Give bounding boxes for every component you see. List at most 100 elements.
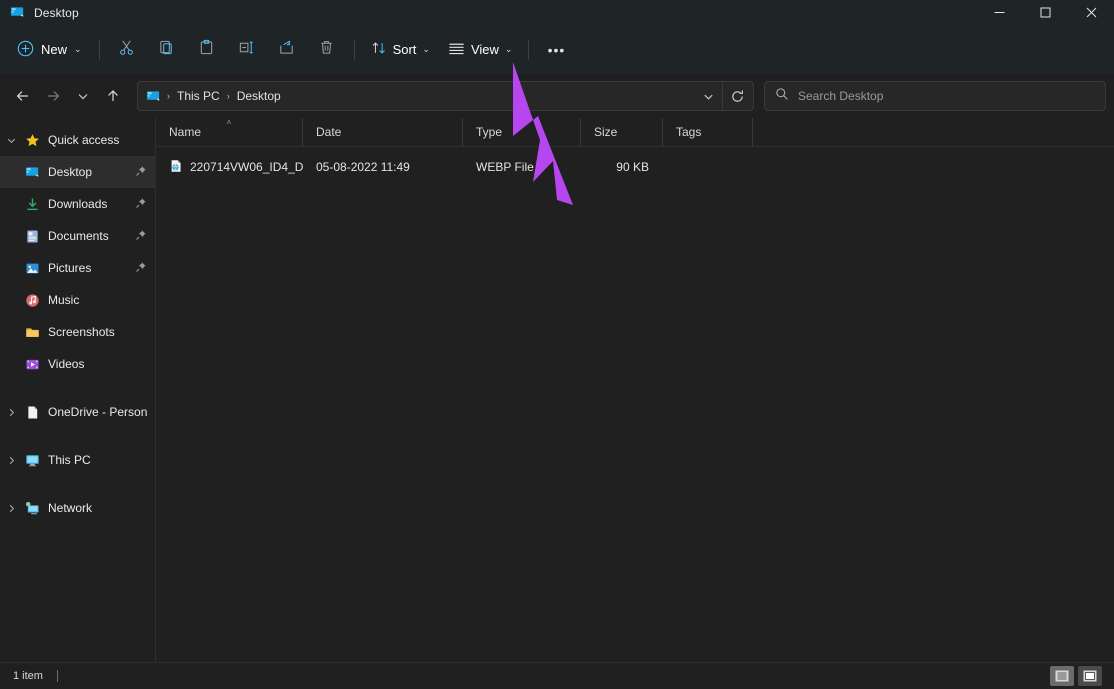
toolbar-separator bbox=[98, 39, 100, 60]
column-header-date[interactable]: Date bbox=[303, 117, 463, 147]
view-toggle-group bbox=[1050, 666, 1108, 686]
desktop-icon bbox=[22, 164, 42, 180]
sort-button[interactable]: Sort ⌄ bbox=[362, 34, 439, 66]
forward-button[interactable] bbox=[38, 81, 68, 111]
onedrive-icon bbox=[22, 404, 42, 420]
rename-button[interactable] bbox=[227, 34, 267, 66]
column-header-label: Name bbox=[169, 125, 202, 139]
sidebar-item-label: Music bbox=[48, 293, 80, 307]
chevron-down-icon[interactable] bbox=[0, 135, 22, 146]
window-controls bbox=[976, 0, 1114, 25]
view-icon bbox=[448, 41, 465, 59]
file-name-cell: 220714VW06_ID4_Dr... bbox=[156, 159, 303, 176]
star-icon bbox=[22, 132, 42, 148]
breadcrumb: › This PC › Desktop bbox=[165, 86, 694, 106]
copy-icon bbox=[158, 39, 175, 61]
folder-icon bbox=[22, 324, 42, 340]
chevron-down-icon: ⌄ bbox=[74, 44, 82, 54]
file-list-pane: ˄ Name Date Type Size Tags 220714VW06_ID… bbox=[156, 117, 1114, 662]
webp-file-icon bbox=[169, 159, 183, 176]
pin-icon[interactable] bbox=[135, 165, 147, 180]
copy-button[interactable] bbox=[147, 34, 187, 66]
videos-icon bbox=[22, 356, 42, 372]
large-icons-view-toggle[interactable] bbox=[1078, 666, 1102, 686]
share-button[interactable] bbox=[267, 34, 307, 66]
column-header-type[interactable]: Type bbox=[463, 117, 581, 147]
sidebar-item-screenshots[interactable]: Screenshots bbox=[0, 316, 155, 348]
paste-button[interactable] bbox=[187, 34, 227, 66]
delete-icon bbox=[318, 39, 335, 61]
column-header-label: Size bbox=[594, 125, 618, 139]
navigation-bar: › This PC › Desktop Search Desktop bbox=[0, 74, 1114, 118]
sidebar-item-label: Documents bbox=[48, 229, 109, 243]
pictures-icon bbox=[22, 260, 42, 276]
paste-icon bbox=[198, 39, 215, 61]
this-pc-icon bbox=[22, 452, 42, 468]
breadcrumb-item-desktop[interactable]: Desktop bbox=[232, 86, 286, 106]
column-header-size[interactable]: Size bbox=[581, 117, 663, 147]
delete-button[interactable] bbox=[307, 34, 347, 66]
sidebar-group-quick-access[interactable]: Quick access bbox=[0, 124, 155, 156]
pin-icon[interactable] bbox=[135, 261, 147, 276]
ellipsis-icon: ••• bbox=[547, 41, 566, 58]
chevron-right-icon[interactable] bbox=[0, 455, 22, 466]
sort-ascending-icon: ˄ bbox=[226, 117, 232, 127]
item-count-label: 1 item bbox=[13, 670, 43, 682]
pin-icon[interactable] bbox=[135, 197, 147, 212]
new-button[interactable]: New ⌄ bbox=[10, 34, 92, 66]
navigation-pane: Quick access Desktop Downloads Documents… bbox=[0, 118, 156, 662]
sidebar-item-this-pc[interactable]: This PC bbox=[0, 444, 155, 476]
breadcrumb-separator: › bbox=[226, 91, 230, 101]
breadcrumb-separator: › bbox=[167, 91, 170, 101]
sidebar-item-documents[interactable]: Documents bbox=[0, 220, 155, 252]
back-button[interactable] bbox=[8, 81, 38, 111]
column-header-label: Type bbox=[476, 125, 503, 139]
sidebar-item-videos[interactable]: Videos bbox=[0, 348, 155, 380]
pin-icon[interactable] bbox=[135, 229, 147, 244]
sidebar-group-label: Quick access bbox=[48, 133, 120, 147]
sidebar-item-onedrive[interactable]: OneDrive - Personal bbox=[0, 396, 155, 428]
sidebar-item-label: Videos bbox=[48, 357, 85, 371]
rename-icon bbox=[238, 39, 255, 61]
chevron-right-icon[interactable] bbox=[0, 503, 22, 514]
file-type-cell: WEBP File bbox=[476, 160, 534, 174]
column-header-tags[interactable]: Tags bbox=[663, 117, 753, 147]
status-separator bbox=[56, 670, 58, 682]
search-placeholder: Search Desktop bbox=[798, 89, 884, 103]
downloads-icon bbox=[22, 196, 42, 212]
view-button[interactable]: View ⌄ bbox=[439, 34, 522, 66]
maximize-button[interactable] bbox=[1022, 0, 1068, 25]
details-view-toggle[interactable] bbox=[1050, 666, 1074, 686]
table-row[interactable]: 220714VW06_ID4_Dr... 05-08-2022 11:49 WE… bbox=[156, 155, 1114, 179]
column-header-name[interactable]: ˄ Name bbox=[156, 117, 303, 147]
sidebar-item-downloads[interactable]: Downloads bbox=[0, 188, 155, 220]
more-options-button[interactable]: ••• bbox=[536, 34, 576, 66]
sort-icon bbox=[371, 40, 387, 59]
sidebar-item-music[interactable]: Music bbox=[0, 284, 155, 316]
sidebar-item-desktop[interactable]: Desktop bbox=[0, 156, 155, 188]
address-bar[interactable]: › This PC › Desktop bbox=[137, 81, 754, 111]
chevron-down-icon: ⌄ bbox=[422, 44, 430, 54]
search-input[interactable]: Search Desktop bbox=[764, 81, 1106, 111]
sidebar-item-network[interactable]: Network bbox=[0, 492, 155, 524]
music-icon bbox=[22, 292, 42, 308]
chevron-right-icon[interactable] bbox=[0, 407, 22, 418]
file-size-cell: 90 KB bbox=[616, 160, 649, 174]
recent-locations-button[interactable] bbox=[68, 81, 98, 111]
breadcrumb-item-this-pc[interactable]: This PC bbox=[172, 86, 225, 106]
explorer-body: Quick access Desktop Downloads Documents… bbox=[0, 117, 1114, 662]
sidebar-item-label: OneDrive - Personal bbox=[48, 405, 147, 419]
file-date-cell: 05-08-2022 11:49 bbox=[316, 160, 410, 174]
up-button[interactable] bbox=[98, 81, 128, 111]
minimize-button[interactable] bbox=[976, 0, 1022, 25]
address-dropdown-button[interactable] bbox=[694, 83, 722, 109]
column-headers: ˄ Name Date Type Size Tags bbox=[156, 117, 1114, 147]
sidebar-item-label: Screenshots bbox=[48, 325, 115, 339]
sidebar-item-pictures[interactable]: Pictures bbox=[0, 252, 155, 284]
close-button[interactable] bbox=[1068, 0, 1114, 25]
sidebar-item-label: Desktop bbox=[48, 165, 93, 179]
cut-button[interactable] bbox=[107, 34, 147, 66]
refresh-button[interactable] bbox=[723, 83, 751, 109]
new-button-label: New bbox=[41, 42, 68, 57]
toolbar-separator-3 bbox=[528, 39, 530, 60]
